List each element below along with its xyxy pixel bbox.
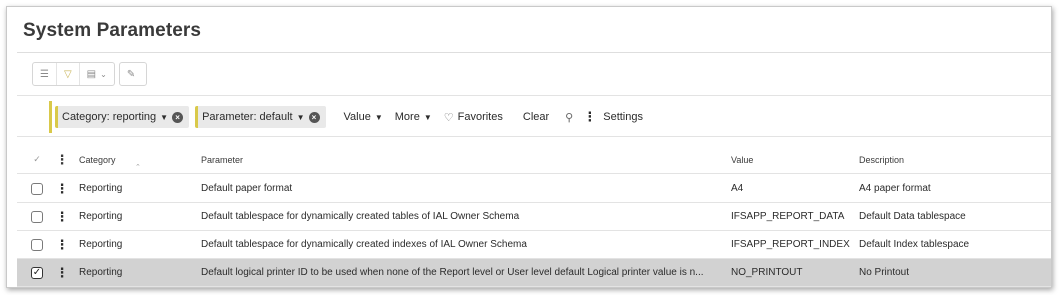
favorites-button[interactable]: ♡ Favorites — [444, 111, 503, 124]
filter-button[interactable]: ▽ — [55, 63, 79, 85]
row-menu-icon[interactable]: ⋮ — [58, 203, 66, 230]
cell-category: Reporting — [79, 267, 123, 278]
row-menu-icon[interactable]: ⋮ — [58, 259, 66, 286]
favorites-label: Favorites — [457, 111, 503, 123]
column-header-value[interactable]: Value — [731, 146, 857, 173]
cell-value: A4 — [731, 183, 744, 194]
row-checkbox[interactable] — [29, 175, 45, 202]
chip-label: Parameter: default — [202, 111, 293, 123]
value-filter-button[interactable]: Value ▼ — [344, 111, 383, 123]
page-title: System Parameters — [23, 20, 202, 41]
table-header: ✓ ⋮ Category ⌃ Parameter Value Descripti… — [17, 146, 1051, 174]
cell-description: No Printout — [859, 267, 910, 278]
settings-button[interactable]: Settings — [603, 111, 643, 123]
remove-filter-icon[interactable]: × — [172, 111, 184, 123]
cell-parameter: Default tablespace for dynamically creat… — [201, 211, 520, 222]
clear-button[interactable]: Clear — [523, 111, 549, 123]
filter-chip-parameter[interactable]: Parameter: default ▼ × — [195, 106, 326, 128]
caret-down-icon: ▼ — [423, 112, 432, 122]
table-row[interactable]: ⋮ Reporting Default tablespace for dynam… — [17, 203, 1051, 231]
export-icon: ▤ — [86, 68, 97, 80]
cell-parameter: Default paper format — [201, 183, 293, 194]
cell-value: IFSAPP_REPORT_DATA — [731, 211, 845, 222]
header-menu-icon[interactable]: ⋮ — [58, 146, 66, 173]
cell-parameter: Default tablespace for dynamically creat… — [201, 239, 527, 250]
caret-down-icon: ▼ — [374, 112, 383, 122]
main-window: System Parameters ☰ ▽ ▤ ⌄ ✎ Category: re… — [6, 6, 1052, 288]
row-menu-icon[interactable]: ⋮ — [58, 175, 66, 202]
cell-description: Default Index tablespace — [859, 239, 970, 250]
chevron-down-icon: ⌄ — [100, 69, 107, 79]
list-view-button[interactable]: ☰ — [33, 63, 56, 85]
column-header-parameter[interactable]: Parameter — [201, 146, 729, 173]
cell-description: Default Data tablespace — [859, 211, 966, 222]
list-icon: ☰ — [40, 68, 49, 80]
row-checkbox[interactable]: ✓ — [29, 259, 45, 286]
heart-icon: ♡ — [443, 111, 454, 124]
row-checkbox[interactable] — [29, 231, 45, 258]
cell-parameter: Default logical printer ID to be used wh… — [201, 267, 704, 278]
cell-category: Reporting — [79, 211, 123, 222]
title-divider — [17, 52, 1051, 53]
more-filter-label: More — [394, 111, 420, 123]
column-header-description[interactable]: Description — [859, 146, 1049, 173]
table-row-selected[interactable]: ✓ ⋮ Reporting Default logical printer ID… — [17, 259, 1051, 287]
row-checkbox[interactable] — [29, 203, 45, 230]
toolbar: ☰ ▽ ▤ ⌄ ✎ — [32, 62, 147, 86]
edit-button[interactable]: ✎ — [120, 63, 142, 85]
value-filter-label: Value — [343, 111, 371, 123]
cell-value: IFSAPP_REPORT_INDEX — [731, 239, 850, 250]
cell-value: NO_PRINTOUT — [731, 267, 803, 278]
cell-category: Reporting — [79, 239, 123, 250]
search-icon: ⚲ — [565, 111, 574, 124]
edit-icon: ✎ — [126, 68, 136, 80]
row-menu-icon[interactable]: ⋮ — [58, 231, 66, 258]
chip-label: Category: reporting — [62, 111, 157, 123]
clear-label: Clear — [522, 111, 550, 123]
cell-category: Reporting — [79, 183, 123, 194]
sort-up-icon: ⌃ — [135, 164, 141, 171]
caret-down-icon: ▼ — [160, 112, 169, 122]
edit-group: ✎ — [118, 62, 147, 86]
export-button[interactable]: ▤ ⌄ — [78, 63, 114, 85]
toolbar-group: ☰ ▽ ▤ ⌄ — [32, 62, 115, 86]
select-all-checkmark-icon[interactable]: ✓ — [29, 146, 45, 173]
filter-accent — [49, 101, 52, 133]
more-filter-button[interactable]: More ▼ — [395, 111, 432, 123]
table-row[interactable]: ⋮ Reporting Default paper format A4 A4 p… — [17, 175, 1051, 203]
remove-filter-icon[interactable]: × — [308, 111, 320, 123]
cell-description: A4 paper format — [859, 183, 931, 194]
settings-label: Settings — [603, 111, 643, 123]
caret-down-icon: ▼ — [296, 112, 305, 122]
search-button[interactable]: ⚲ — [565, 111, 577, 124]
filter-bar: Category: reporting ▼ × Parameter: defau… — [17, 95, 1051, 137]
more-options-icon[interactable]: ⋮ — [583, 109, 596, 125]
table-row[interactable]: ⋮ Reporting Default tablespace for dynam… — [17, 231, 1051, 259]
checkmark-icon: ✓ — [31, 266, 43, 279]
filter-items: Category: reporting ▼ × Parameter: defau… — [55, 106, 643, 128]
filter-icon: ▽ — [63, 68, 72, 80]
filter-chip-category[interactable]: Category: reporting ▼ × — [55, 106, 190, 128]
